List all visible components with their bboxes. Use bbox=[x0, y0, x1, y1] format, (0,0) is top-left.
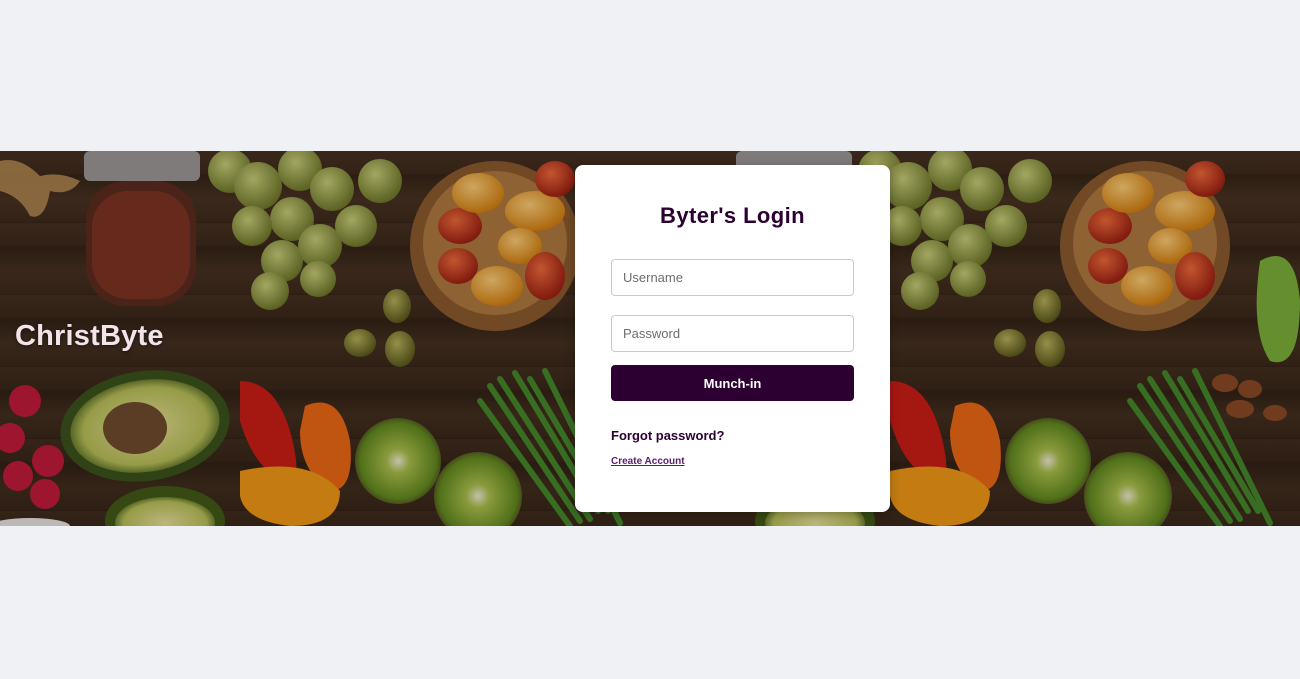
login-page: ChristByte Byter's Login Munch-in Forgot… bbox=[0, 0, 1300, 679]
login-title: Byter's Login bbox=[660, 203, 805, 228]
login-card: Byter's Login Munch-in Forgot password? … bbox=[575, 165, 890, 512]
create-account-link[interactable]: Create Account bbox=[611, 456, 685, 467]
brand-name: ChristByte bbox=[15, 320, 164, 352]
password-input[interactable] bbox=[611, 315, 854, 352]
munch-in-button[interactable]: Munch-in bbox=[611, 365, 854, 401]
forgot-password-link[interactable]: Forgot password? bbox=[611, 428, 724, 443]
username-input[interactable] bbox=[611, 259, 854, 296]
